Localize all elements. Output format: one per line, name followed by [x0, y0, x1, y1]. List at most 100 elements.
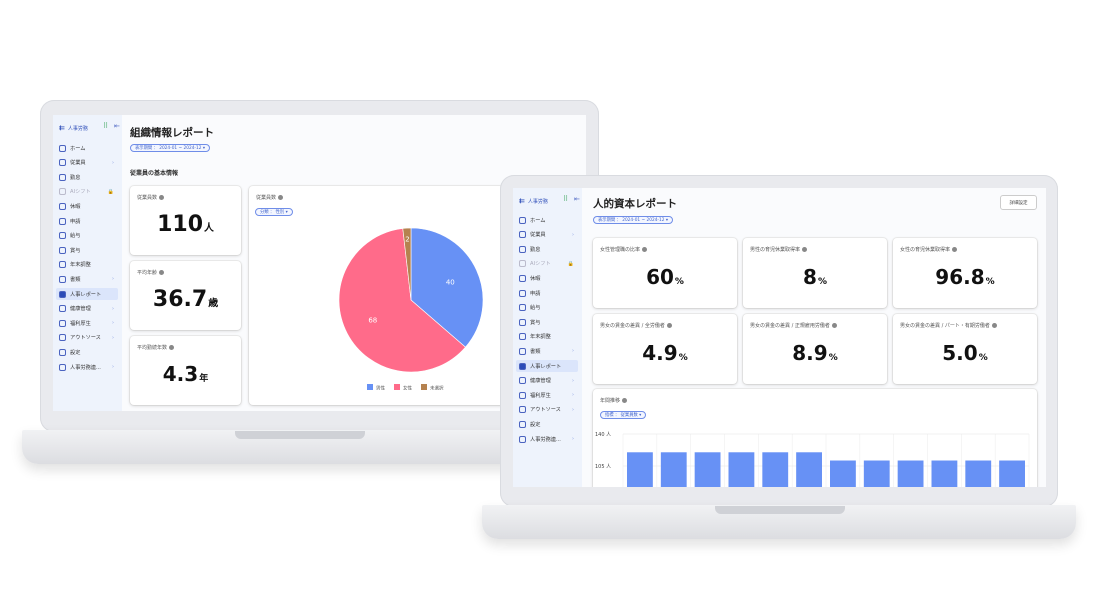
sidebar-item[interactable]: ホーム — [516, 214, 578, 226]
period-filter[interactable]: 表示期間 ： 2024-01 ~ 2024-12 ▾ — [593, 216, 673, 224]
sidebar-item[interactable]: AIシフト 🔒 — [56, 186, 118, 198]
sidebar-item[interactable]: 福利厚生 › — [56, 317, 118, 329]
sidebar-item[interactable]: 書類 › — [56, 273, 118, 285]
sidebar-item[interactable]: 勤怠 — [516, 243, 578, 255]
adjust-icon — [59, 261, 66, 269]
sidebar-item-label: アウトソース — [70, 335, 101, 342]
sidebar-item[interactable]: 賞与 — [516, 316, 578, 328]
sidebar-item[interactable]: 健康管理 › — [516, 375, 578, 387]
sidebar-item[interactable]: 年末調整 — [56, 259, 118, 271]
sidebar-item[interactable]: アウトソース › — [516, 404, 578, 416]
bar-10[interactable] — [931, 460, 958, 487]
value-number: 4.9 — [642, 341, 678, 365]
sidebar-item[interactable]: 人事労務連... › — [516, 433, 578, 445]
sidebar-item[interactable]: 従業員 › — [56, 157, 118, 169]
card-value: 96.8% — [893, 265, 1037, 289]
stamp-icon — [59, 217, 66, 225]
app-grid-icon[interactable]: ⠿ — [563, 195, 568, 203]
logo-icon: ⇇ — [519, 197, 525, 205]
page-title: 組織情報レポート — [130, 127, 214, 139]
sidebar-item[interactable]: 書類 › — [516, 345, 578, 357]
sidebar-item[interactable]: 休暇 — [516, 272, 578, 284]
sidebar-item-label: 申請 — [530, 290, 541, 297]
chevron-right-icon: › — [572, 392, 574, 399]
help-icon[interactable] — [159, 195, 165, 200]
chevron-right-icon: › — [572, 406, 574, 413]
bar-2[interactable] — [660, 452, 687, 487]
legend-label[interactable]: 男性 — [376, 385, 385, 392]
value-unit: 歳 — [208, 298, 219, 309]
help-icon[interactable] — [991, 323, 997, 328]
legend-label[interactable]: 未選択 — [430, 385, 444, 392]
sidebar-item[interactable]: 申請 — [516, 287, 578, 299]
card-label: 平均年齢 — [137, 270, 158, 276]
sidebar-item[interactable]: 勤怠 — [56, 171, 118, 183]
help-icon[interactable] — [642, 247, 648, 252]
sidebar-item[interactable]: 人事レポート — [516, 360, 578, 372]
logo-icon: ⇇ — [59, 124, 65, 132]
collapse-sidebar-icon[interactable]: ⇤ — [114, 122, 120, 130]
sidebar-item[interactable]: 休暇 — [56, 200, 118, 212]
stat-card: 男性の育児休業取得率 8% — [743, 238, 887, 308]
sidebar-item[interactable]: 給与 — [516, 302, 578, 314]
sidebar-item-label: 年末調整 — [70, 262, 91, 269]
help-icon[interactable] — [952, 247, 958, 252]
card-label: 女性の育児休業取得率 — [900, 247, 951, 253]
bar-5[interactable] — [762, 452, 789, 487]
help-icon[interactable] — [666, 323, 672, 328]
stamp-icon — [519, 289, 526, 297]
bar-11[interactable] — [965, 460, 992, 487]
help-icon[interactable] — [159, 270, 165, 275]
sidebar-item[interactable]: ホーム — [56, 142, 118, 154]
bar-6[interactable] — [796, 452, 822, 487]
sidebar-item-label: 設定 — [530, 421, 541, 428]
bar-4[interactable] — [728, 452, 755, 487]
card-value: 36.7歳 — [130, 287, 241, 312]
bar-7[interactable] — [830, 460, 856, 487]
bar-8[interactable] — [863, 460, 890, 487]
stethoscope-icon — [59, 305, 66, 313]
bar-12[interactable] — [999, 460, 1025, 487]
brand-logo[interactable]: ⇇ 人事労務 — [59, 124, 88, 132]
stat-card-tenure: 平均勤続年数 4.3年 — [130, 336, 241, 405]
sidebar-item[interactable]: 設定 — [56, 346, 118, 358]
brand-name: 人事労務 — [527, 198, 548, 205]
period-filter[interactable]: 表示期間 ： 2024-01 ~ 2024-12 ▾ — [130, 144, 210, 152]
app-grid-icon[interactable]: ⠿ — [103, 122, 108, 130]
sidebar-item[interactable]: 申請 — [56, 215, 118, 227]
stat-card: 男女の賃金の差異 / 全労働者 4.9% — [593, 314, 737, 384]
card-icon — [59, 232, 66, 240]
ai-shift-icon — [519, 260, 526, 268]
sidebar-item[interactable]: アウトソース › — [56, 332, 118, 344]
sidebar-item[interactable]: 設定 — [516, 418, 578, 430]
sidebar-item[interactable]: 賞与 — [56, 244, 118, 256]
help-icon[interactable] — [831, 323, 837, 328]
collapse-sidebar-icon[interactable]: ⇤ — [574, 195, 580, 203]
sidebar-item[interactable]: 年末調整 — [516, 331, 578, 343]
brand-logo[interactable]: ⇇ 人事労務 — [519, 197, 548, 205]
help-icon[interactable] — [169, 345, 175, 350]
sidebar-item-label: 従業員 — [530, 232, 546, 239]
sidebar-item[interactable]: 給与 — [56, 230, 118, 242]
help-icon[interactable] — [802, 247, 808, 252]
bar-3[interactable] — [694, 452, 721, 487]
legend-label[interactable]: 女性 — [403, 385, 412, 392]
detail-settings-button[interactable]: 詳細設定 — [1000, 195, 1037, 210]
sidebar-item[interactable]: 健康管理 › — [56, 303, 118, 315]
sidebar-item[interactable]: 人事労務連... › — [56, 361, 118, 373]
bar-1[interactable] — [627, 452, 653, 487]
sidebar-item[interactable]: 従業員 › — [516, 229, 578, 241]
stethoscope-icon — [519, 377, 526, 385]
card-value: 5.0% — [893, 341, 1037, 365]
value-unit: % — [674, 277, 684, 287]
chevron-right-icon: › — [112, 276, 114, 283]
card-value: 4.3年 — [130, 362, 241, 386]
sidebar-item[interactable]: 人事レポート — [56, 288, 118, 300]
sidebar-item[interactable]: AIシフト 🔒 — [516, 258, 578, 270]
link-icon — [519, 435, 526, 443]
sidebar-item[interactable]: 福利厚生 › — [516, 389, 578, 401]
sidebar-item-label: AIシフト — [70, 189, 91, 196]
sidebar-item-label: ホーム — [70, 145, 86, 152]
left-laptop-notch — [235, 431, 365, 439]
bar-9[interactable] — [897, 460, 924, 487]
